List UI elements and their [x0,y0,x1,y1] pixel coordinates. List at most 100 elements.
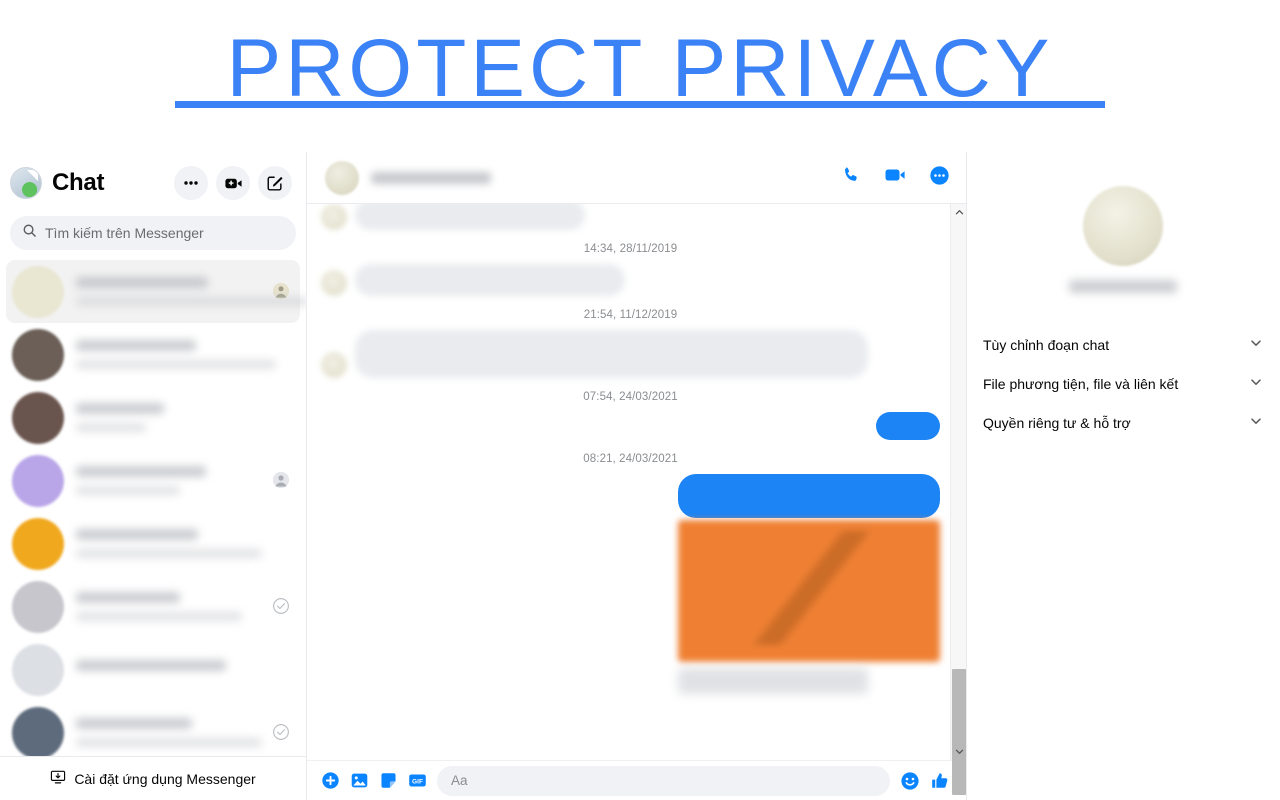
details-section-1[interactable]: Tùy chỉnh đoạn chat [983,325,1263,364]
conversation-list-item[interactable] [6,260,306,323]
message-row [321,520,940,694]
conversation-item-snippet [76,360,276,369]
avatar [12,643,64,696]
conversation-header [307,152,966,204]
check-circle-icon [272,597,292,617]
details-sections: Tùy chỉnh đoạn chat File phương tiện, fil… [983,325,1263,442]
emoji-button[interactable] [900,771,920,791]
conversation-item-snippet [76,486,180,495]
add-attachment-button[interactable] [321,771,340,790]
avatar [12,328,64,381]
chevron-down-icon [1249,336,1263,353]
avatar [12,706,64,756]
sidebar-header-actions [174,166,292,200]
ellipsis-icon [182,174,200,192]
conversation-list-item[interactable] [6,575,300,638]
details-section-label: File phương tiện, file và liên kết [983,375,1179,392]
monitor-download-icon [50,769,66,788]
sticker-button[interactable] [379,771,398,790]
new-message-button[interactable] [258,166,292,200]
message-timestamp: 14:34, 28/11/2019 [583,243,678,255]
attached-image[interactable] [678,520,940,662]
message-timestamp: 07:54, 24/03/2021 [583,391,678,403]
message-input[interactable] [451,773,876,788]
conversation-item-snippet [76,549,262,558]
contact-name [1069,280,1177,293]
conversation-list[interactable] [0,260,306,756]
chevron-down-icon [1249,414,1263,431]
conversation-list-item[interactable] [6,512,300,575]
conversation-item-text [76,277,306,306]
message-row [321,330,940,378]
attach-photo-button[interactable] [350,771,369,790]
privacy-banner: PROTECT PRIVACY [0,0,1280,150]
conversation-item-snippet [76,738,262,747]
conversation-item-name [76,659,226,671]
message-bubble-outgoing[interactable] [678,474,940,518]
conversation-item-status [272,534,292,554]
conversation-title [371,171,491,184]
message-bubble-incoming[interactable] [355,264,625,296]
banner-title: PROTECT PRIVACY [226,23,1054,114]
search-input[interactable] [45,225,284,241]
message-row [321,474,940,518]
conversation-item-text [76,659,260,680]
avatar [321,270,347,296]
search-box[interactable] [10,216,296,250]
avatar [12,454,64,507]
conversation-list-item[interactable] [6,701,300,756]
gif-button[interactable]: GIF [408,771,427,790]
compose-icon [266,174,284,192]
details-section-3[interactable]: Quyền riêng tư & hỗ trợ [983,403,1263,442]
conversation-item-snippet [76,297,306,306]
scrollbar-thumb[interactable] [952,669,966,795]
new-video-call-button[interactable] [216,166,250,200]
scroll-down-button[interactable] [951,743,967,760]
conversation-item-name [76,718,192,729]
avatar[interactable] [325,160,359,195]
message-row [321,264,940,296]
svg-text:GIF: GIF [412,778,423,785]
conversation-list-item[interactable] [6,638,300,701]
message-bubble-incoming[interactable] [355,330,868,378]
conversation-item-name [76,277,208,288]
conversation-list-item[interactable] [6,386,300,449]
conversation-item-text [76,340,276,369]
profile-photo-avatar[interactable] [10,167,42,199]
message-timestamp: 08:21, 24/03/2021 [583,453,678,465]
install-messenger-app-button[interactable]: Cài đặt ứng dụng Messenger [0,756,306,800]
message-attachment[interactable] [678,520,940,694]
sidebar: Chat Tìm kiếm trên Messenger Cài đặt ứng… [0,152,307,800]
conversation-item-name [76,592,180,603]
video-plus-icon [224,174,243,193]
message-scrollbar[interactable] [950,204,967,795]
conversation-item-snippet [76,612,242,621]
avatar [12,517,64,570]
attachment-caption [678,668,868,694]
chevron-down-icon [955,743,964,761]
details-section-2[interactable]: File phương tiện, file và liên kết [983,364,1263,403]
like-button[interactable] [930,771,950,791]
avatar [321,352,347,378]
message-row [321,204,940,230]
conversation-list-item[interactable] [6,449,300,512]
more-options-button[interactable] [174,166,208,200]
scroll-up-button[interactable] [951,204,967,221]
conversation-info-button[interactable] [929,165,950,191]
conversation-list-item[interactable] [6,323,300,386]
messenger-window: Chat Tìm kiếm trên Messenger Cài đặt ứng… [0,152,1280,800]
message-list[interactable]: 14:34, 28/11/2019 21:54, 11/12/2019 07:54,… [307,204,966,760]
details-panel: Tùy chỉnh đoạn chat File phương tiện, fil… [967,152,1279,800]
video-call-button[interactable] [883,163,907,192]
conversation-item-text [76,718,262,747]
page-title: Chat [52,169,105,196]
avatar [12,580,64,633]
message-bubble-outgoing[interactable] [876,412,940,440]
message-bubble-incoming[interactable] [355,204,585,230]
sidebar-header: Chat [0,152,306,214]
message-input-wrapper[interactable] [437,765,890,796]
install-messenger-app-label: Cài đặt ứng dụng Messenger [74,770,256,787]
voice-call-button[interactable] [841,165,861,190]
chevron-down-icon [1249,375,1263,392]
avatar[interactable] [1083,186,1163,266]
